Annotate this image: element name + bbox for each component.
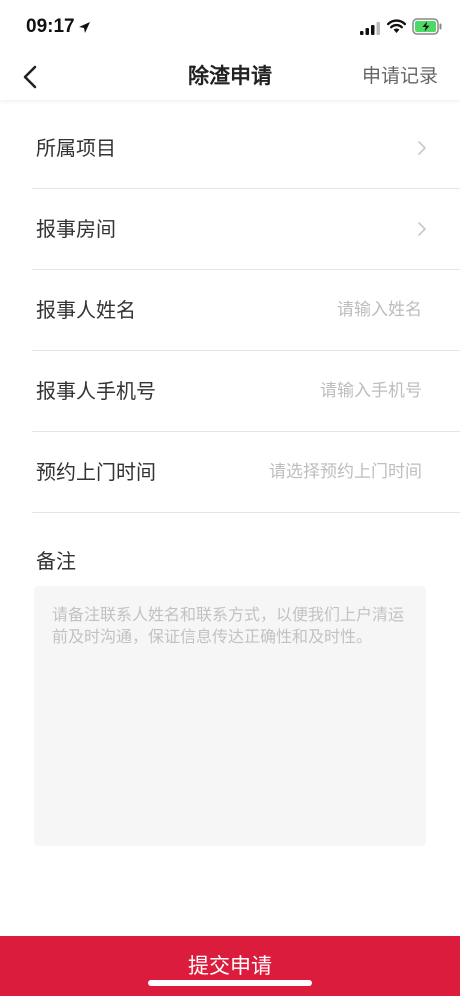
room-selector[interactable]: 报事房间 (32, 189, 460, 270)
project-label: 所属项目 (36, 136, 116, 160)
reporter-name-input[interactable]: 请输入姓名 (337, 299, 422, 321)
reporter-phone-label: 报事人手机号 (36, 379, 156, 403)
submit-button[interactable]: 提交申请 (0, 936, 460, 996)
remarks-textarea[interactable]: 请备注联系人姓名和联系方式，以便我们上户清运前及时沟通，保证信息传达正确性和及时… (34, 586, 426, 846)
chevron-right-icon (418, 222, 426, 236)
home-indicator (148, 980, 312, 986)
chevron-right-icon (418, 141, 426, 155)
battery-charging-icon (412, 18, 442, 35)
remarks-label: 备注 (36, 549, 76, 573)
status-time: 09:17 (26, 16, 75, 37)
application-records-link[interactable]: 申请记录 (362, 64, 438, 88)
reporter-phone-row[interactable]: 报事人手机号 请输入手机号 (32, 351, 460, 432)
room-label: 报事房间 (36, 217, 116, 241)
appointment-time-row[interactable]: 预约上门时间 请选择预约上门时间 (32, 432, 460, 513)
reporter-phone-input[interactable]: 请输入手机号 (320, 380, 422, 402)
remarks-placeholder: 请备注联系人姓名和联系方式，以便我们上户清运前及时沟通，保证信息传达正确性和及时… (52, 605, 405, 646)
location-arrow-icon (79, 22, 90, 33)
appointment-time-label: 预约上门时间 (36, 460, 156, 484)
screen: 09:17 除渣申请 申请记录 所属项目 报事房间 报事人姓名 请输入姓名 报事… (0, 0, 460, 996)
signal-icon (360, 22, 380, 35)
status-bar: 09:17 (0, 0, 460, 54)
reporter-name-label: 报事人姓名 (36, 298, 136, 322)
wifi-icon (387, 19, 406, 33)
reporter-name-row[interactable]: 报事人姓名 请输入姓名 (32, 270, 460, 351)
appointment-time-picker[interactable]: 请选择预约上门时间 (269, 461, 422, 483)
project-selector[interactable]: 所属项目 (32, 108, 460, 189)
nav-bar: 除渣申请 申请记录 (0, 54, 460, 100)
application-form: 所属项目 报事房间 报事人姓名 请输入姓名 报事人手机号 请输入手机号 预约上门… (0, 108, 460, 513)
